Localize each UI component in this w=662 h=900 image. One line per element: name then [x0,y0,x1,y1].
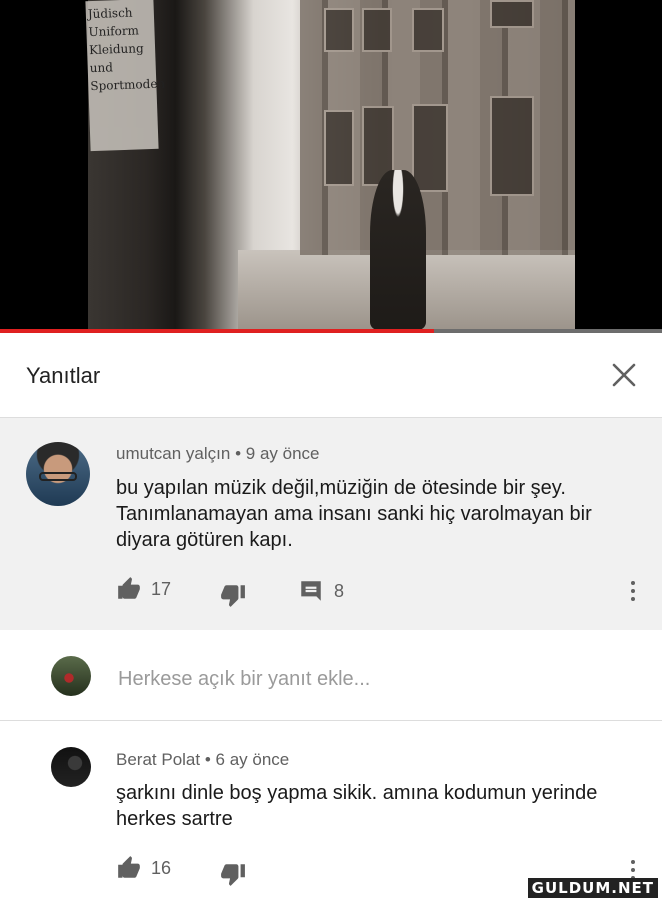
dislike-button[interactable] [220,582,246,608]
replies-header: Yanıtlar [0,333,662,418]
comment-text: bu yapılan müzik değil,müziğin de ötesin… [116,477,592,551]
reply-time: 6 ay önce [215,750,290,769]
avatar[interactable] [26,442,90,506]
reply-count-button[interactable]: 8 [298,578,344,604]
thumbs-up-icon [118,856,140,878]
thumbs-down-icon [221,864,245,886]
separator-dot: • [204,750,216,769]
video-player[interactable]: Jüdisch Uniform Kleidung und Sportmoden [0,0,662,333]
reply-author[interactable]: Berat Polat [116,750,200,769]
figure-in-coat [370,170,426,330]
comment-author[interactable]: umutcan yalçın [116,444,230,463]
page-title: Yanıtlar [26,363,101,388]
more-options-icon[interactable] [628,581,638,605]
reply-meta: Berat Polat • 6 ay önce [116,750,289,770]
like-button[interactable]: 16 [116,855,171,881]
separator-dot: • [235,444,246,463]
like-count: 16 [151,857,172,878]
reply-text: şarkını dinle boş yapma sikik. amına kod… [116,782,598,830]
comment-time: 9 ay önce [245,444,320,463]
video-frame: Jüdisch Uniform Kleidung und Sportmoden [85,0,575,330]
avatar[interactable] [51,747,91,787]
dislike-button[interactable] [220,861,246,887]
watermark: GULDUM.NET [527,878,658,898]
like-button[interactable]: 17 [116,576,171,602]
avatar [51,656,91,696]
reply-input[interactable] [116,664,620,694]
building [300,0,575,255]
reply-count: 8 [334,580,345,601]
like-count: 17 [151,578,172,599]
comment-meta: umutcan yalçın • 9 ay önce [116,444,320,464]
shop-sign: Jüdisch Uniform Kleidung und Sportmoden [85,0,165,152]
thumbs-down-icon [221,585,245,607]
comment-icon [301,581,321,601]
close-icon[interactable] [608,359,640,391]
thumbs-up-icon [118,577,140,599]
